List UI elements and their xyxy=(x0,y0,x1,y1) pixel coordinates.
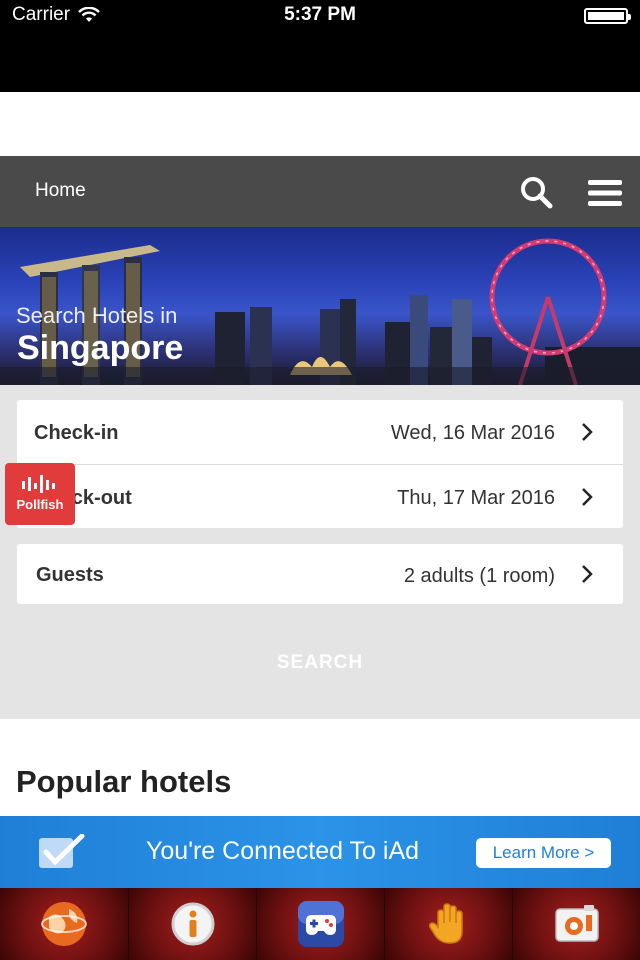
camera-icon xyxy=(555,905,599,942)
chevron-right-icon xyxy=(582,488,593,506)
gamepad-icon xyxy=(298,901,344,947)
nav-bar: Home xyxy=(0,156,640,227)
checkout-value: Thu, 17 Mar 2016 xyxy=(397,487,555,509)
iad-message: You're Connected To iAd xyxy=(146,837,420,865)
guests-value: 2 adults (1 room) xyxy=(403,565,555,587)
info-tab[interactable] xyxy=(128,888,256,960)
menu-icon[interactable] xyxy=(586,178,624,208)
battery-icon xyxy=(584,8,631,24)
status-time: 5:37 PM xyxy=(284,4,356,25)
hand-icon xyxy=(429,903,463,944)
checkbox-check-icon xyxy=(39,834,85,868)
search-button[interactable]: SEARCH xyxy=(0,652,640,674)
camera-tab[interactable] xyxy=(512,888,640,960)
games-tab[interactable] xyxy=(256,888,384,960)
home-link[interactable]: Home xyxy=(35,180,86,202)
date-card: Check-in Wed, 16 Mar 2016 Check-out Thu,… xyxy=(17,400,623,528)
guests-card: Guests 2 adults (1 room) xyxy=(17,544,623,604)
bottom-icon-bar xyxy=(0,888,640,960)
checkin-label: Check-in xyxy=(34,422,119,444)
iad-banner[interactable]: You're Connected To iAd Learn More > xyxy=(0,816,640,888)
globe-tab[interactable] xyxy=(0,888,128,960)
info-icon xyxy=(171,902,215,946)
pollfish-badge[interactable]: Pollfish xyxy=(5,463,75,525)
learn-more-button[interactable]: Learn More > xyxy=(476,838,611,868)
chevron-right-icon xyxy=(582,565,593,583)
hero-city-title: Singapore xyxy=(17,329,184,367)
status-bar: Carrier 5:37 PM xyxy=(0,0,640,92)
search-icon[interactable] xyxy=(518,174,554,210)
hero-subtitle: Search Hotels in xyxy=(16,303,178,328)
checkout-row[interactable]: Check-out Thu, 17 Mar 2016 xyxy=(17,464,623,528)
guests-row[interactable]: Guests 2 adults (1 room) xyxy=(17,544,623,604)
soundwave-icon xyxy=(22,475,55,493)
hero-banner: Search Hotels in Singapore xyxy=(0,227,640,385)
guests-label: Guests xyxy=(36,564,104,586)
chevron-right-icon xyxy=(582,423,593,441)
top-spacer xyxy=(0,92,640,156)
checkin-row[interactable]: Check-in Wed, 16 Mar 2016 xyxy=(17,400,623,464)
hand-tab[interactable] xyxy=(384,888,512,960)
popular-hotels-heading: Popular hotels xyxy=(16,764,232,799)
pollfish-label: Pollfish xyxy=(16,497,64,512)
checkin-value: Wed, 16 Mar 2016 xyxy=(390,422,555,444)
globe-icon xyxy=(41,902,87,946)
